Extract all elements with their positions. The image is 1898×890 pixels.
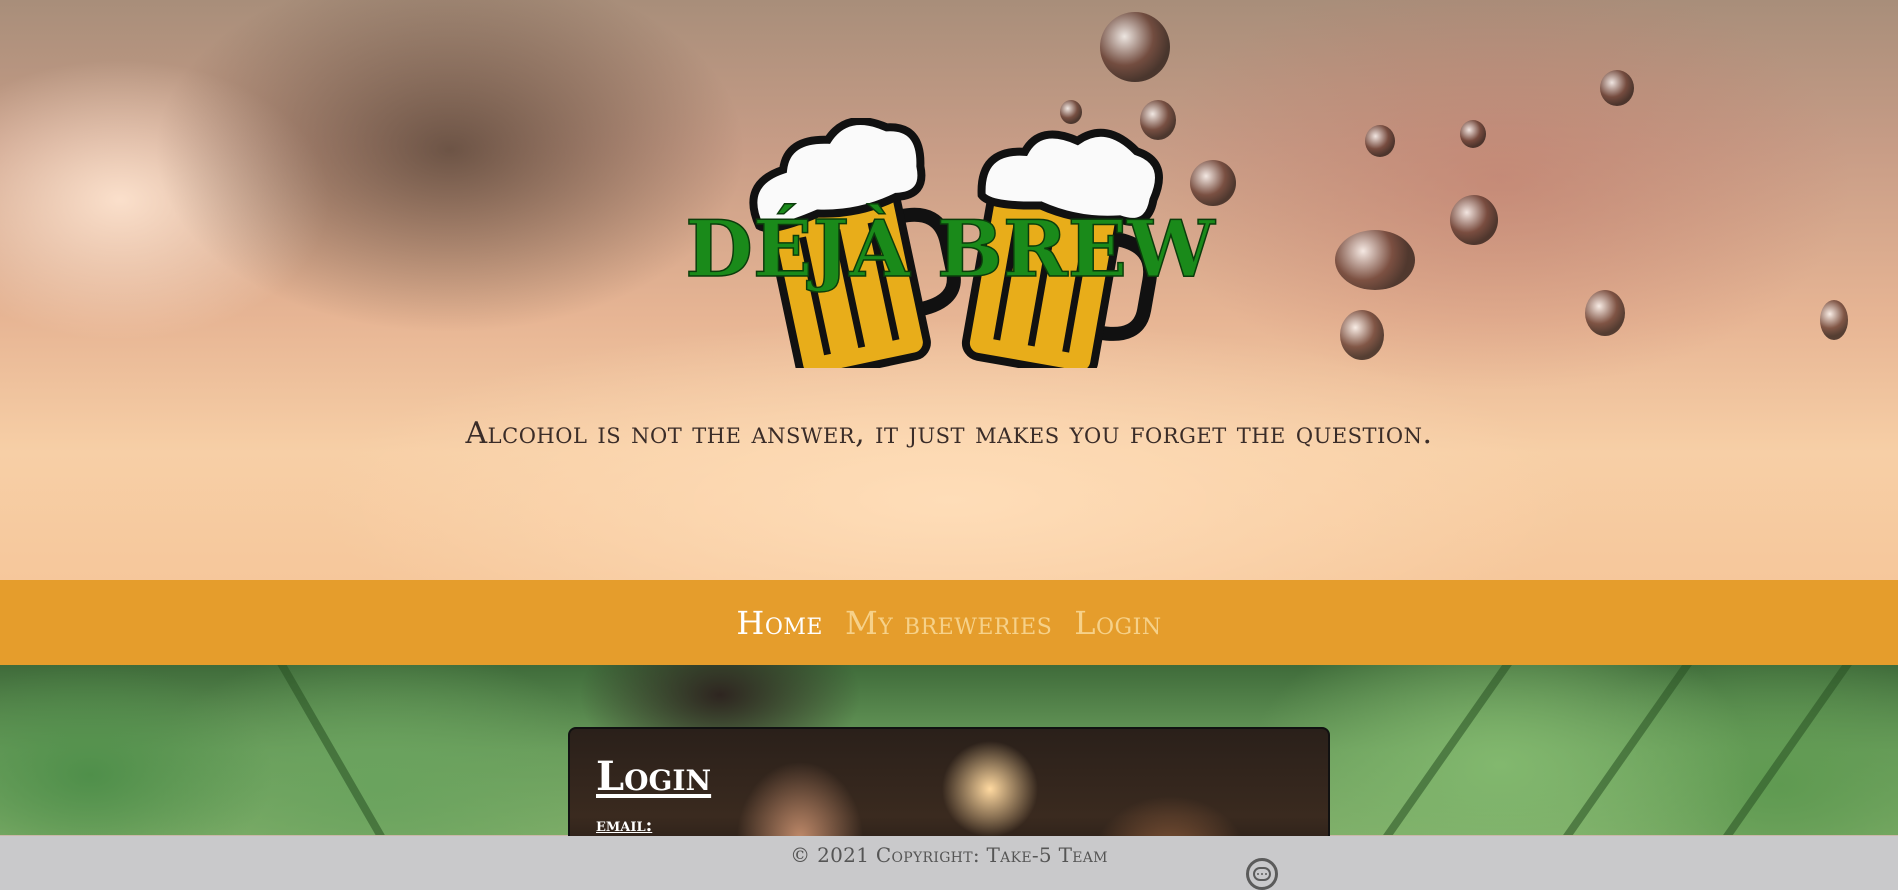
main-nav: Home My breweries Login (0, 580, 1898, 665)
hero-banner: DÉJÀ BREW Alcohol is not the answer, it … (0, 0, 1898, 580)
login-title: Login (596, 753, 712, 800)
beer-mugs-icon: DÉJÀ BREW (685, 118, 1217, 368)
leaf-vein (1546, 665, 1702, 835)
chat-bubble-icon[interactable] (1246, 858, 1278, 890)
brand-logo[interactable]: DÉJÀ BREW (660, 118, 1240, 368)
water-drop (1600, 70, 1634, 106)
nav-link-home[interactable]: Home (736, 604, 823, 642)
water-drop (1365, 125, 1395, 157)
leaf-vein (1366, 665, 1522, 835)
water-drop (1460, 120, 1486, 148)
copyright-text: © 2021 Copyright: Take-5 Team (790, 843, 1108, 867)
water-drop (1585, 290, 1625, 336)
leaf-vein (265, 665, 403, 835)
chat-bubble-inner (1253, 867, 1271, 881)
water-drop (1450, 195, 1498, 245)
water-drop (1335, 230, 1415, 290)
water-drop (1340, 310, 1384, 360)
water-drop (1100, 12, 1170, 82)
email-label: email: (596, 815, 653, 836)
nav-link-login[interactable]: Login (1074, 604, 1161, 642)
logo-wordmark: DÉJÀ BREW (685, 203, 1216, 295)
footer: © 2021 Copyright: Take-5 Team (0, 836, 1898, 890)
tagline: Alcohol is not the answer, it just makes… (465, 416, 1433, 451)
nav-link-my-breweries[interactable]: My breweries (845, 604, 1052, 642)
leaf-vein (1706, 665, 1862, 835)
water-drop (1820, 300, 1848, 340)
